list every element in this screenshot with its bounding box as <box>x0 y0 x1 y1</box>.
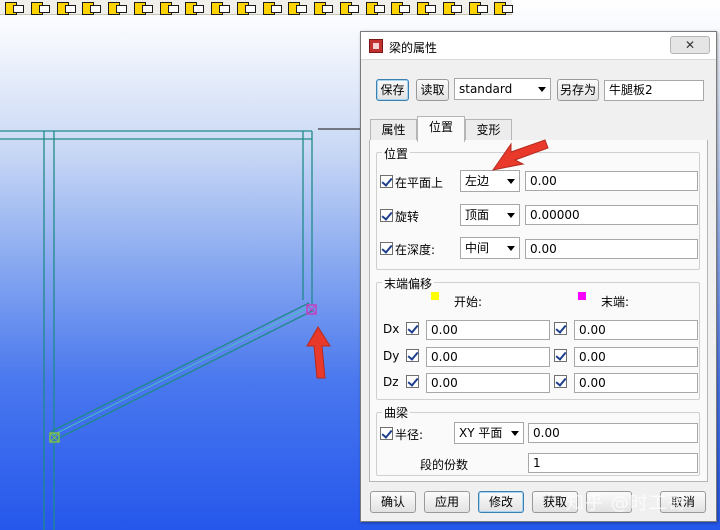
dx-end-checkbox[interactable] <box>554 322 567 335</box>
annotation-arrow-2 <box>491 139 549 171</box>
segments-value-field[interactable]: 1 <box>528 453 698 473</box>
start-color-swatch <box>431 292 439 300</box>
chevron-down-icon <box>507 246 515 251</box>
close-icon: ✕ <box>684 38 696 52</box>
dy-end-field[interactable]: 0.00 <box>574 347 698 367</box>
modify-button[interactable]: 修改 <box>478 491 524 513</box>
start-label: 开始: <box>454 295 483 309</box>
tab-properties[interactable]: 属性 <box>370 119 417 141</box>
depth-value-field[interactable]: 0.00 <box>525 239 698 259</box>
rotation-label: 旋转 <box>395 210 420 224</box>
radius-label: 半径: <box>395 428 424 442</box>
apply-button[interactable]: 应用 <box>424 491 470 513</box>
position-tab-panel: 位置 在平面上 左边 0.00 旋转 顶面 0.00000 在深度: 中间 0.… <box>369 140 708 482</box>
dz-end-checkbox[interactable] <box>554 375 567 388</box>
rotation-value-field[interactable]: 0.00000 <box>525 205 698 225</box>
plane-option: XY 平面 <box>459 426 503 440</box>
watermark: 知乎 @时工哥 <box>566 493 687 514</box>
position-group-title: 位置 <box>382 145 411 162</box>
annotation-arrow-icon-2 <box>491 139 549 171</box>
end-label: 末端: <box>601 295 630 309</box>
dy-end-checkbox[interactable] <box>554 349 567 362</box>
plane-select[interactable]: XY 平面 <box>454 422 524 444</box>
in-plane-checkbox[interactable] <box>380 175 393 188</box>
preset-value: standard <box>459 82 513 96</box>
dy-start-field[interactable]: 0.00 <box>426 347 550 367</box>
radius-checkbox[interactable] <box>380 427 393 440</box>
dx-start-checkbox[interactable] <box>406 322 419 335</box>
chevron-down-icon <box>511 431 519 436</box>
dx-start-field[interactable]: 0.00 <box>426 320 550 340</box>
dz-label: Dz <box>383 375 399 389</box>
load-button[interactable]: 读取 <box>416 79 449 101</box>
depth-select[interactable]: 中间 <box>460 237 520 259</box>
close-button[interactable]: ✕ <box>670 36 710 54</box>
radius-value-field[interactable]: 0.00 <box>528 423 698 443</box>
dz-start-checkbox[interactable] <box>406 375 419 388</box>
chevron-down-icon <box>538 87 546 92</box>
beam-app-icon <box>369 39 383 53</box>
end-offset-group-title: 末端偏移 <box>382 275 435 292</box>
tab-position[interactable]: 位置 <box>417 116 465 142</box>
dy-label: Dy <box>383 349 400 363</box>
rotation-option: 顶面 <box>465 208 490 222</box>
end-color-swatch <box>578 292 586 300</box>
depth-option: 中间 <box>465 241 490 255</box>
segments-label: 段的份数 <box>420 458 469 472</box>
model-diagonal-beam <box>49 302 310 433</box>
save-as-button[interactable]: 另存为 <box>557 79 599 101</box>
ok-button[interactable]: 确认 <box>370 491 416 513</box>
dialog-titlebar[interactable]: 梁的属性 ✕ <box>361 32 716 60</box>
annotation-arrow-icon <box>306 326 331 379</box>
save-as-name-field[interactable]: 牛腿板2 <box>604 80 704 101</box>
dx-end-field[interactable]: 0.00 <box>574 320 698 340</box>
save-button[interactable]: 保存 <box>376 79 409 101</box>
curved-beam-group-title: 曲梁 <box>382 404 411 421</box>
rotation-checkbox[interactable] <box>380 209 393 222</box>
model-diagonal-beam-3 <box>52 305 312 436</box>
dz-end-field[interactable]: 0.00 <box>574 373 698 393</box>
rotation-select[interactable]: 顶面 <box>460 204 520 226</box>
dx-label: Dx <box>383 322 400 336</box>
model-diagonal-beam-2 <box>56 309 315 440</box>
depth-label: 在深度: <box>395 243 436 257</box>
chevron-down-icon <box>507 213 515 218</box>
dialog-title: 梁的属性 <box>389 41 438 55</box>
in-plane-label: 在平面上 <box>395 176 444 190</box>
preset-select[interactable]: standard <box>454 78 551 100</box>
depth-checkbox[interactable] <box>380 242 393 255</box>
dz-start-field[interactable]: 0.00 <box>426 373 550 393</box>
beam-properties-dialog: 梁的属性 ✕ 保存 读取 standard 另存为 牛腿板2 属性 位置 变形 … <box>360 31 717 522</box>
dy-start-checkbox[interactable] <box>406 349 419 362</box>
